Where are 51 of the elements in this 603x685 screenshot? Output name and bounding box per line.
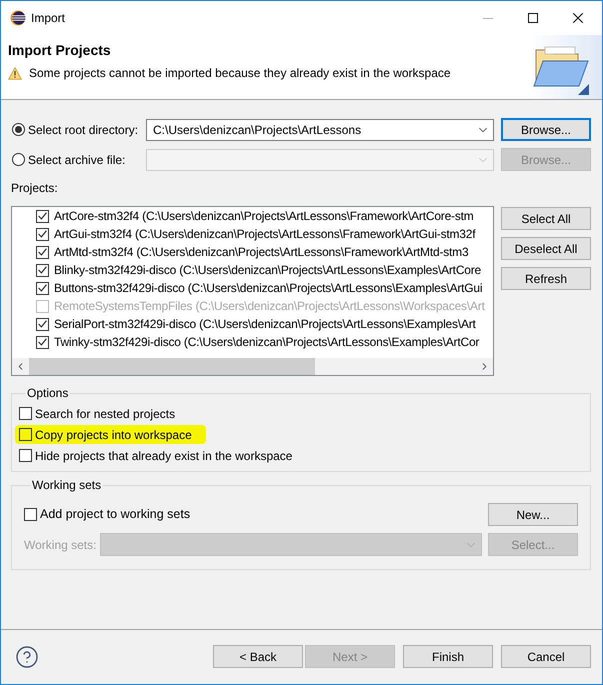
wizard-nav-button[interactable]: Finish [403,645,493,668]
project-label[interactable]: ArtCore-stm32f4 (C:\Users\denizcan\Projects\ArtLessons\Framework\ArtCore-stm [54,207,474,225]
checkbox[interactable] [19,449,32,462]
list-action-button[interactable]: Refresh [501,267,591,290]
wizard-title: Import Projects [8,41,112,59]
browse-button[interactable]: Browse... [501,118,591,141]
option-label[interactable]: Copy projects into workspace [35,426,192,444]
checkbox[interactable] [19,407,32,420]
warning-icon [8,66,22,80]
warning-message: Some projects cannot be imported because they already exist in the workspace [29,65,451,81]
checkbox[interactable] [36,228,49,240]
checkmark-icon [38,212,47,220]
option-label[interactable]: Hide projects that already exist in the workspace [35,446,292,464]
checkmark-icon [38,266,47,274]
checkbox[interactable] [36,318,49,330]
project-label[interactable]: SerialPort-stm32f429i-disco (C:\Users\denizcan\Projects\ArtLessons\Examples\Art [54,315,476,333]
help-icon[interactable] [15,645,39,669]
scrollbar-thumb[interactable] [29,358,315,375]
path-combo-field[interactable]: C:\Users\denizcan\Projects\ArtLessons [146,118,494,140]
checkmark-icon [38,230,47,238]
maximize-icon[interactable] [528,13,538,23]
window-title: Import [31,10,66,27]
app-logo-icon [10,10,26,26]
wizard-nav-button[interactable]: < Back [213,645,303,668]
working-sets-label: Working sets: [24,536,98,554]
wizard-nav-button[interactable]: Cancel [501,645,591,668]
radio-label[interactable]: Select root directory: [28,120,138,138]
checkmark-icon [38,248,47,256]
working-sets-group-title: Working sets [31,478,102,493]
list-action-button[interactable]: Deselect All [501,237,591,260]
project-label[interactable]: Blinky-stm32f429i-disco (C:\Users\denizcan\Projects\ArtLessons\Examples\ArtCore [54,261,482,279]
option-label[interactable]: Search for nested projects [35,404,176,422]
checkbox[interactable] [36,210,49,222]
project-label[interactable]: Twinky-stm32f429i-disco (C:\Users\denizcan\Projects\ArtLessons\Examples\ArtCor [54,333,480,351]
project-label[interactable]: ArtGui-stm32f4 (C:\Users\denizcan\Projects\ArtLessons\Framework\ArtGui-stm32f [54,225,476,243]
checkmark-icon [38,338,47,346]
checkbox[interactable] [36,282,49,294]
close-icon[interactable] [573,13,583,23]
radio-button[interactable] [12,123,25,136]
checkbox[interactable] [19,428,32,441]
list-action-button[interactable]: Select All [501,207,591,230]
checkbox[interactable] [36,336,49,348]
checkmark-icon [38,284,47,292]
checkbox[interactable] [36,264,49,276]
checkmark-icon [38,320,47,328]
options-group-title: Options [26,386,70,401]
checkbox[interactable] [36,246,49,258]
project-label[interactable]: ArtMtd-stm32f4 (C:\Users\denizcan\Projects\ArtLessons\Framework\ArtMtd-stm3 [54,243,468,261]
horizontal-scrollbar[interactable] [12,358,493,375]
project-label[interactable]: Buttons-stm32f429i-disco (C:\Users\denizcan\Projects\ArtLessons\Examples\ArtGui [54,279,482,297]
projects-label: Projects: [11,181,59,196]
